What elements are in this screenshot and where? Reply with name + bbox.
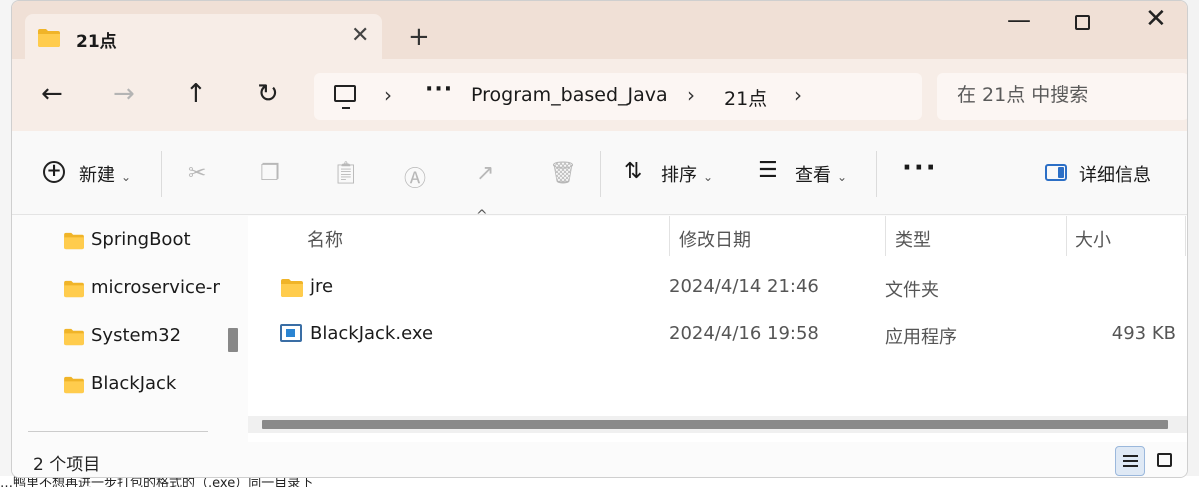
new-tab-button[interactable]: +	[408, 23, 430, 51]
tab-title: 21点	[76, 32, 117, 52]
minimize-button[interactable]: —	[1007, 8, 1031, 32]
exe-icon	[280, 324, 302, 342]
details-view-button[interactable]	[1115, 446, 1145, 476]
tiles-view-icon	[1157, 453, 1172, 467]
folder-icon	[64, 376, 84, 394]
file-date: 2024/4/14 21:46	[669, 276, 819, 297]
details-button[interactable]: 详细信息	[1079, 161, 1151, 187]
address-bar[interactable]: › ··· Program_based_Java › 21点 ›	[314, 73, 922, 120]
sort-icon[interactable]: ⇅	[624, 159, 642, 184]
folder-icon	[281, 279, 303, 297]
folder-icon	[38, 29, 60, 47]
breadcrumb-21dian[interactable]: 21点	[724, 84, 767, 111]
sort-button[interactable]: 排序 ⌄	[661, 161, 713, 187]
navigation-bar: ← → ↑ ↻ › ··· Program_based_Java › 21点 ›	[12, 59, 1187, 131]
divider	[161, 151, 162, 197]
forward-button[interactable]: →	[113, 81, 135, 107]
column-header-name[interactable]: 名称	[307, 226, 343, 252]
new-button[interactable]: 新建 ⌄	[79, 161, 131, 187]
column-headers: ^ 名称 修改日期 类型 大小	[248, 208, 1187, 256]
column-divider[interactable]	[885, 216, 886, 256]
more-options-button[interactable]: ···	[902, 153, 938, 183]
nav-divider	[28, 431, 208, 432]
column-divider[interactable]	[669, 216, 670, 256]
column-divider[interactable]	[1066, 216, 1067, 256]
file-date: 2024/4/16 19:58	[669, 323, 819, 344]
file-name: jre	[310, 276, 334, 297]
paste-icon[interactable]: 📋︎	[332, 161, 360, 186]
view-label: 查看	[795, 165, 831, 186]
breadcrumb-separator[interactable]: ›	[384, 83, 392, 107]
breadcrumb-separator[interactable]: ›	[687, 83, 695, 107]
column-header-type[interactable]: 类型	[895, 226, 931, 252]
copy-icon[interactable]: ❐	[260, 161, 280, 186]
this-pc-icon[interactable]	[334, 85, 356, 109]
cut-icon[interactable]: ✂	[188, 161, 206, 186]
nav-item-label: System32	[91, 325, 182, 346]
chevron-down-icon: ⌄	[121, 170, 132, 184]
back-button[interactable]: ←	[41, 81, 63, 107]
view-icon[interactable]: ☰	[758, 158, 778, 183]
nav-item-label: BlackJack	[91, 373, 177, 394]
table-row[interactable]: jre 2024/4/14 21:46 文件夹	[248, 266, 1187, 306]
tiles-view-button[interactable]	[1149, 446, 1179, 476]
sort-ascending-icon: ^	[476, 208, 488, 224]
tab-21dian[interactable]: 21点 ✕	[25, 14, 382, 60]
nav-scrollbar[interactable]	[228, 328, 238, 352]
horizontal-scrollbar[interactable]	[262, 420, 1168, 429]
nav-item-label: SpringBoot	[91, 229, 191, 250]
share-icon[interactable]: ↗	[476, 161, 494, 186]
search-input[interactable]	[957, 84, 1177, 106]
refresh-button[interactable]: ↻	[257, 81, 279, 107]
file-list: ^ 名称 修改日期 类型 大小 jre 2024/4/14 21:46 文件夹 …	[248, 208, 1187, 442]
column-header-date[interactable]: 修改日期	[679, 226, 751, 252]
folder-icon	[64, 280, 84, 298]
folder-icon	[64, 232, 84, 250]
table-row[interactable]: BlackJack.exe 2024/4/16 19:58 应用程序 493 K…	[248, 313, 1187, 353]
file-size: 493 KB	[1111, 323, 1176, 344]
up-button[interactable]: ↑	[185, 81, 207, 107]
rename-icon[interactable]: Ⓐ	[404, 161, 426, 193]
divider	[600, 151, 601, 197]
command-bar: + 新建 ⌄ ✂ ❐ 📋︎ Ⓐ ↗ 🗑︎ ⇅ 排序 ⌄ ☰ 查看 ⌄ ··· 详细信息	[12, 131, 1187, 215]
column-header-size[interactable]: 大小	[1075, 226, 1111, 252]
title-bar: 21点 ✕ + — ✕	[12, 1, 1187, 60]
file-name: BlackJack.exe	[310, 323, 434, 344]
divider	[876, 151, 877, 197]
status-bar: 2 个项目	[12, 442, 1187, 477]
nav-item-label: microservice-m	[91, 277, 220, 298]
chevron-down-icon: ⌄	[837, 170, 848, 184]
breadcrumb-program-based-java[interactable]: Program_based_Java	[471, 84, 668, 106]
view-button[interactable]: 查看 ⌄	[795, 161, 847, 187]
details-pane-icon[interactable]	[1045, 164, 1067, 181]
navigation-pane: SpringBoot ✎ microservice-m System32 Bla…	[12, 216, 246, 442]
item-count: 2 个项目	[33, 455, 101, 475]
delete-icon[interactable]: 🗑︎	[549, 161, 577, 186]
list-view-icon	[1123, 455, 1138, 467]
new-label: 新建	[79, 165, 115, 186]
breadcrumb-separator[interactable]: ›	[794, 83, 802, 107]
file-type: 应用程序	[885, 327, 957, 348]
folder-icon	[64, 328, 84, 346]
file-type: 文件夹	[885, 280, 939, 301]
close-window-button[interactable]: ✕	[1145, 6, 1167, 32]
close-tab-icon[interactable]: ✕	[351, 24, 369, 48]
chevron-down-icon: ⌄	[703, 170, 714, 184]
sort-label: 排序	[661, 165, 697, 186]
breadcrumb-more[interactable]: ···	[425, 77, 453, 102]
new-icon[interactable]: +	[43, 161, 65, 183]
maximize-button[interactable]	[1075, 15, 1090, 30]
column-divider[interactable]	[1185, 216, 1186, 256]
file-explorer-window: 21点 ✕ + — ✕ ← → ↑ ↻ › ··· Program_based_…	[11, 0, 1188, 478]
search-box[interactable]	[937, 73, 1187, 120]
